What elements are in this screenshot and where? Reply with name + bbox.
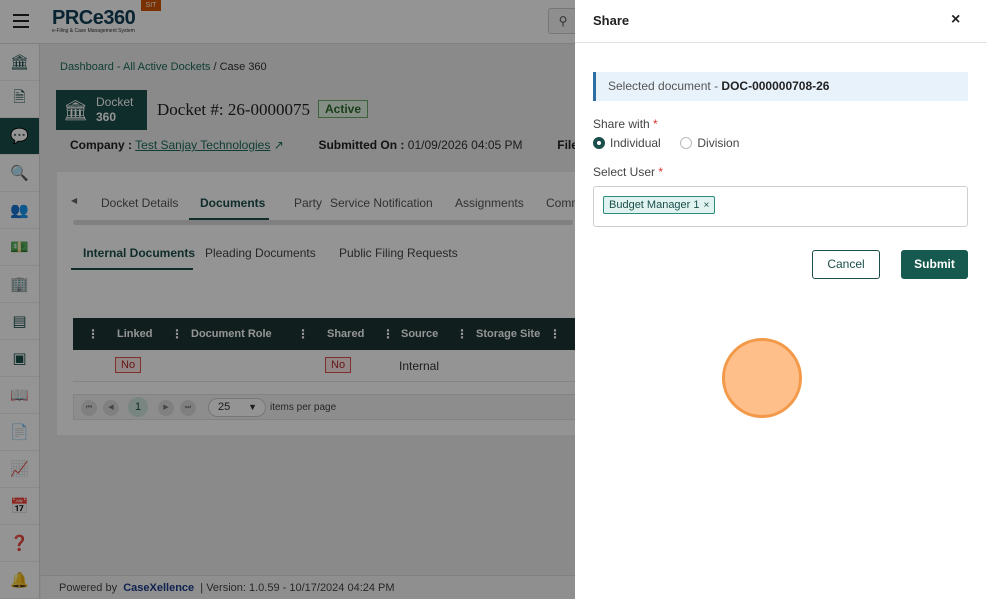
radio-division[interactable] [680, 136, 693, 149]
select-user-label: Select User * [593, 165, 664, 179]
selected-doc-prefix: Selected document - [608, 79, 722, 93]
radio-division-label[interactable]: Division [697, 136, 739, 150]
chip-remove-icon[interactable]: × [704, 200, 710, 211]
selected-document-info: Selected document - DOC-000000708-26 [593, 72, 968, 101]
share-panel: Share × Selected document - DOC-00000070… [575, 0, 987, 599]
select-user-input[interactable]: Budget Manager 1 × [593, 186, 968, 227]
close-icon[interactable]: × [951, 11, 960, 29]
cancel-button[interactable]: Cancel [812, 250, 880, 279]
radio-individual-label[interactable]: Individual [610, 136, 661, 150]
share-with-label: Share with * [593, 117, 658, 131]
user-chip: Budget Manager 1 × [603, 196, 716, 214]
panel-header: Share × [575, 0, 987, 43]
panel-title: Share [593, 13, 630, 28]
share-with-options: Individual Division [593, 136, 739, 150]
cursor-highlight [722, 338, 802, 418]
user-chip-label: Budget Manager 1 [609, 199, 700, 211]
submit-button[interactable]: Submit [901, 250, 968, 279]
radio-individual[interactable] [593, 136, 605, 149]
selected-doc-id: DOC-000000708-26 [721, 79, 830, 93]
